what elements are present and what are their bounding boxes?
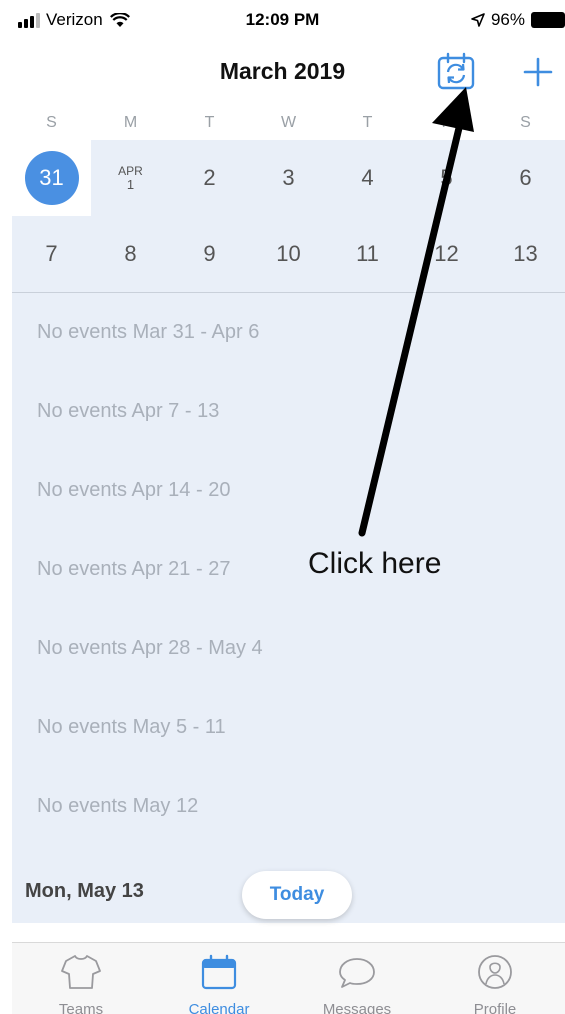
calendar-sync-button[interactable]	[436, 52, 476, 90]
weekday-label: S	[520, 114, 531, 131]
weekday-label: T	[362, 114, 373, 131]
tab-label: Messages	[322, 1001, 392, 1014]
event-list-item: No events May 12	[37, 795, 199, 817]
day-cell[interactable]: 10	[249, 216, 328, 292]
weekday-label: W	[280, 114, 297, 131]
today-button[interactable]: Today	[242, 871, 352, 919]
month-abbrev: APR	[118, 164, 143, 178]
tab-calendar[interactable]: Calendar	[150, 943, 288, 1014]
weekday-label: F	[441, 114, 452, 131]
tab-label: Calendar	[188, 1001, 250, 1014]
battery-icon	[531, 12, 565, 28]
battery-percent: 96%	[490, 10, 525, 29]
day-cell[interactable]: 8	[91, 216, 170, 292]
event-list-item: No events Apr 21 - 27	[37, 558, 231, 580]
week-row: 31 APR 1 2 3 4 5 6	[12, 140, 565, 216]
plus-icon	[523, 57, 553, 87]
weekday-label: T	[204, 114, 215, 131]
day-cell[interactable]: 9	[170, 216, 249, 292]
day-cell[interactable]: APR 1	[91, 140, 170, 216]
event-list: No events Mar 31 - Apr 6 No events Apr 7…	[12, 293, 565, 923]
tab-bar: Teams Calendar Messages Profile	[12, 942, 565, 1014]
event-list-item: No events Apr 28 - May 4	[37, 637, 263, 659]
day-cell[interactable]: 2	[170, 140, 249, 216]
month-start-label: APR 1	[118, 165, 143, 191]
event-list-item: No events Mar 31 - Apr 6	[37, 321, 260, 343]
status-right: 96%	[471, 10, 565, 30]
calendar-sync-icon	[437, 52, 475, 90]
jersey-icon	[61, 955, 101, 989]
event-list-item: No events May 5 - 11	[37, 716, 226, 738]
status-bar: Verizon 12:09 PM 96%	[0, 0, 565, 40]
day-cell[interactable]: 6	[486, 140, 565, 216]
tab-label: Profile	[473, 1001, 517, 1014]
day-cell[interactable]: 11	[328, 216, 407, 292]
tab-profile[interactable]: Profile	[426, 943, 564, 1014]
selected-day: 31	[24, 151, 79, 205]
weekday-label: M	[123, 114, 138, 131]
event-list-item: No events Apr 14 - 20	[37, 479, 231, 501]
app-screen: Verizon 12:09 PM 96% March 2019 S M T W …	[0, 0, 565, 1014]
day-number: 1	[126, 177, 135, 192]
day-cell[interactable]: 5	[407, 140, 486, 216]
chat-bubble-icon	[339, 958, 375, 988]
calendar-grid: 31 APR 1 2 3 4 5 6 7 8 9 10 11 12 13	[12, 140, 565, 293]
calendar-icon	[201, 954, 237, 990]
weekday-header: S M T W T F S	[12, 106, 565, 140]
tab-messages[interactable]: Messages	[288, 943, 426, 1014]
annotation-label: Click here	[308, 547, 442, 580]
tab-label: Teams	[58, 1001, 104, 1014]
day-cell[interactable]: 7	[12, 216, 91, 292]
day-cell[interactable]: 3	[249, 140, 328, 216]
day-cell[interactable]: 12	[407, 216, 486, 292]
current-date-heading: Mon, May 13	[25, 880, 144, 902]
event-list-item: No events Apr 7 - 13	[37, 400, 220, 422]
day-cell[interactable]: 4	[328, 140, 407, 216]
location-arrow-icon	[471, 13, 485, 27]
profile-icon	[478, 955, 512, 989]
month-title: March 2019	[219, 58, 346, 84]
day-cell-selected[interactable]: 31	[12, 140, 91, 216]
day-cell[interactable]: 13	[486, 216, 565, 292]
week-row: 7 8 9 10 11 12 13	[12, 216, 565, 292]
tab-teams[interactable]: Teams	[12, 943, 150, 1014]
header: March 2019	[0, 40, 565, 102]
weekday-label: S	[46, 114, 57, 131]
add-event-button[interactable]	[518, 53, 558, 93]
